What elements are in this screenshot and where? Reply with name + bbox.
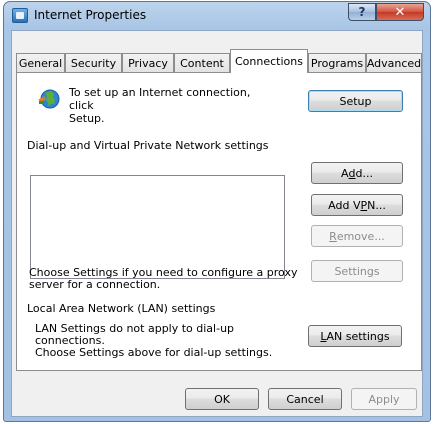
internet-properties-window: Internet Properties ? ✕ General Security… bbox=[3, 1, 431, 422]
lan-group-label: Local Area Network (LAN) settings bbox=[27, 302, 220, 315]
apply-button[interactable]: Apply bbox=[351, 388, 417, 410]
globe-icon bbox=[38, 89, 60, 109]
close-button[interactable]: ✕ bbox=[376, 3, 424, 21]
tab-privacy[interactable]: Privacy bbox=[122, 53, 174, 72]
dialup-group-label: Dial-up and Virtual Private Network sett… bbox=[27, 139, 273, 152]
dialog-client-area: General Security Privacy Content Connect… bbox=[11, 30, 423, 417]
add-vpn-label-pre: Add V bbox=[328, 198, 361, 212]
add-vpn-accel: P bbox=[360, 198, 368, 212]
ok-button[interactable]: OK bbox=[185, 388, 259, 410]
internet-options-icon bbox=[12, 8, 28, 23]
tab-general[interactable]: General bbox=[16, 53, 65, 72]
connections-listbox[interactable] bbox=[30, 175, 285, 279]
remove-button[interactable]: Remove... bbox=[311, 225, 403, 247]
lan-settings-label-post: AN settings bbox=[326, 329, 390, 343]
add-button-label-post: d... bbox=[355, 166, 373, 180]
add-button-label-pre: A bbox=[341, 166, 349, 180]
remove-label-post: emove... bbox=[336, 229, 385, 243]
tab-strip: General Security Privacy Content Connect… bbox=[16, 49, 422, 73]
tab-programs[interactable]: Programs bbox=[308, 53, 366, 72]
lan-settings-button[interactable]: L AN settings bbox=[308, 325, 402, 347]
settings-button[interactable]: Settings bbox=[311, 260, 403, 282]
connections-panel: To set up an Internet connection, click … bbox=[16, 72, 422, 371]
add-button[interactable]: Ad d... bbox=[311, 162, 403, 184]
lan-info-text: LAN Settings do not apply to dial-up con… bbox=[35, 322, 273, 359]
help-button[interactable]: ? bbox=[348, 3, 376, 21]
add-vpn-button[interactable]: Add V P N... bbox=[311, 194, 403, 216]
add-vpn-label-post: N... bbox=[367, 198, 386, 212]
title-bar[interactable]: Internet Properties ? ✕ bbox=[4, 2, 430, 30]
tab-connections[interactable]: Connections bbox=[230, 49, 308, 73]
remove-accel: R bbox=[329, 229, 337, 243]
cancel-button[interactable]: Cancel bbox=[268, 388, 342, 410]
setup-intro-text: To set up an Internet connection, click … bbox=[69, 86, 251, 125]
setup-button[interactable]: Setup bbox=[308, 90, 403, 112]
tab-content[interactable]: Content bbox=[174, 53, 230, 72]
add-button-accel: d bbox=[348, 166, 356, 180]
proxy-info-text: Choose Settings if you need to configure… bbox=[29, 266, 298, 291]
window-title: Internet Properties bbox=[34, 8, 147, 22]
tab-advanced[interactable]: Advanced bbox=[366, 53, 422, 72]
tab-security[interactable]: Security bbox=[65, 53, 122, 72]
close-icon: ✕ bbox=[394, 4, 406, 20]
